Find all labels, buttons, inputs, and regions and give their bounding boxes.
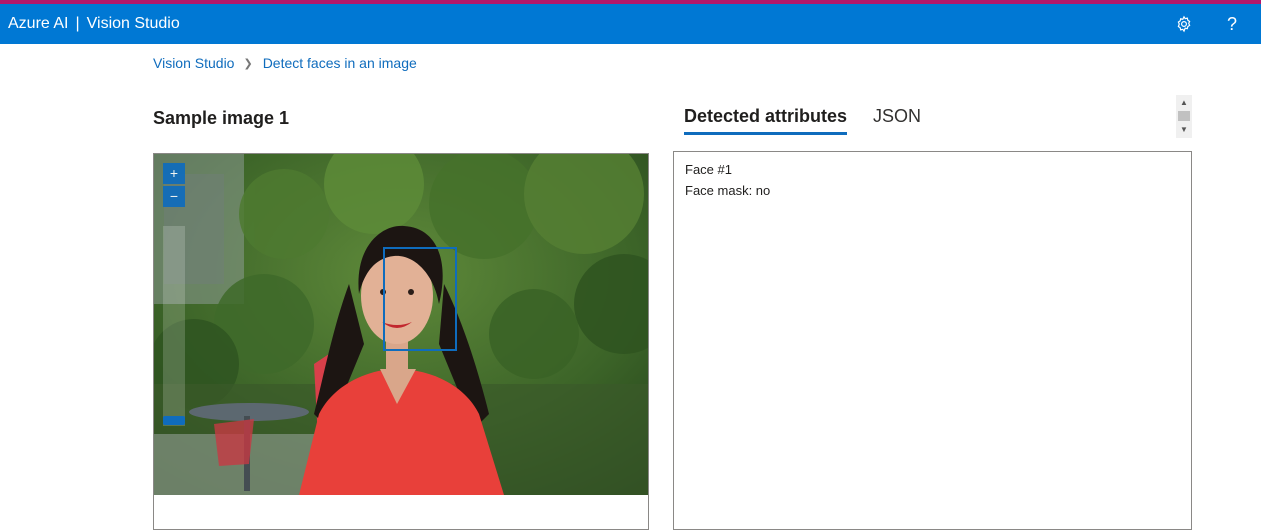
face-bounding-box[interactable]: [383, 247, 457, 351]
scroll-up-icon[interactable]: ▲: [1176, 97, 1192, 109]
app-header: Azure AI | Vision Studio ?: [0, 4, 1261, 44]
app-title[interactable]: Azure AI | Vision Studio: [8, 14, 180, 34]
tab-detected-attributes[interactable]: Detected attributes: [684, 106, 848, 135]
zoom-in-button[interactable]: +: [163, 163, 185, 184]
breadcrumb-detect-faces[interactable]: Detect faces in an image: [263, 55, 417, 71]
face-mask-attribute: Face mask: no: [685, 183, 771, 198]
zoom-out-button[interactable]: −: [163, 186, 185, 207]
zoom-slider-track[interactable]: [163, 226, 185, 426]
brand-separator: |: [75, 15, 80, 32]
scroll-thumb[interactable]: [1178, 111, 1190, 121]
zoom-slider-thumb[interactable]: [163, 416, 185, 425]
detected-attributes-panel: Face #1 Face mask: no: [673, 151, 1192, 530]
tabs-scrollbar[interactable]: ▲ ▼: [1176, 95, 1192, 138]
face-heading: Face #1: [685, 162, 732, 177]
chevron-right-icon: ❯: [243, 57, 253, 70]
sample-image-title: Sample image 1: [153, 108, 290, 128]
product-name: Vision Studio: [86, 15, 180, 32]
breadcrumb: Vision Studio ❯ Detect faces in an image: [153, 55, 417, 71]
results-tabs: Detected attributes JSON: [684, 106, 921, 135]
tab-json[interactable]: JSON: [873, 106, 921, 135]
scroll-down-icon[interactable]: ▼: [1176, 124, 1192, 136]
help-icon[interactable]: ?: [1220, 12, 1244, 36]
breadcrumb-vision-studio[interactable]: Vision Studio: [153, 55, 234, 71]
image-viewer[interactable]: + −: [153, 153, 649, 530]
gear-icon[interactable]: [1172, 12, 1196, 36]
brand-name: Azure AI: [8, 15, 69, 32]
